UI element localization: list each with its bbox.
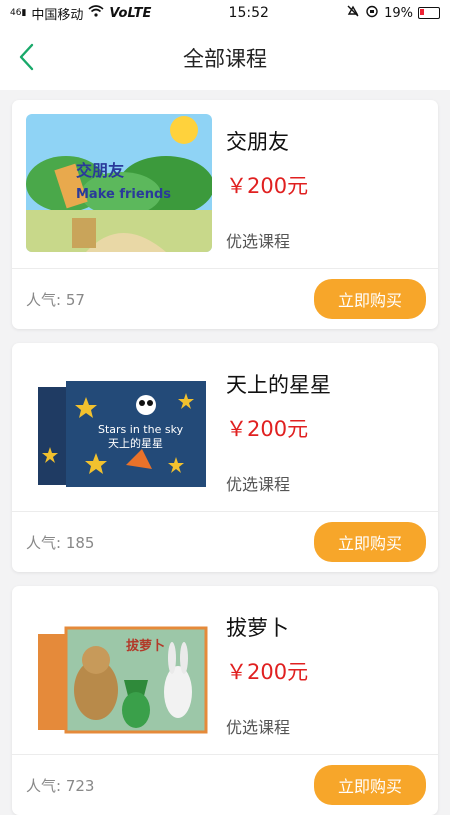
course-thumbnail[interactable]: 交朋友 Make friends	[26, 114, 212, 252]
course-tag: 优选课程	[226, 232, 291, 251]
status-bar: 46▮ 中国移动 VoLTE 15:52 19%	[0, 0, 450, 26]
course-title: 交朋友	[226, 130, 289, 154]
thumbnail-subtitle: Make friends	[76, 187, 171, 202]
course-thumbnail[interactable]: 拔萝卜	[26, 600, 212, 738]
thumbnail-title: 拔萝卜	[126, 638, 165, 654]
course-tag: 优选课程	[226, 718, 291, 737]
thumbnail-subtitle: Stars in the sky	[98, 423, 184, 436]
course-price: ￥200元	[226, 174, 309, 198]
thumbnail-title: 天上的星星	[108, 436, 163, 450]
buy-now-button[interactable]: 立即购买	[314, 279, 426, 319]
signal-icon: 46▮	[10, 8, 27, 18]
battery-icon	[418, 7, 440, 19]
buy-now-button[interactable]: 立即购买	[314, 765, 426, 805]
course-card[interactable]: Stars in the sky 天上的星星 天上的星星 ￥200元 优选课程 …	[12, 343, 438, 572]
popularity-count: 人气: 723	[26, 776, 95, 795]
clock: 15:52	[228, 5, 269, 21]
course-title: 拔萝卜	[226, 616, 289, 640]
volte-label: VoLTE	[109, 5, 152, 21]
battery-percent: 19%	[384, 5, 413, 21]
back-button[interactable]	[18, 42, 48, 72]
alarm-icon	[365, 4, 379, 22]
chevron-left-icon	[19, 43, 34, 71]
thumbnail-title: 交朋友	[76, 161, 125, 180]
course-list: 交朋友 Make friends 交朋友 ￥200元 优选课程 人气: 57 立…	[0, 90, 450, 815]
page-title: 全部课程	[183, 47, 267, 71]
course-card[interactable]: 拔萝卜 拔萝卜 ￥200元 优选课程 人气: 723 立即购买	[12, 586, 438, 815]
mute-icon	[346, 4, 360, 22]
popularity-count: 人气: 185	[26, 533, 95, 552]
popularity-count: 人气: 57	[26, 290, 85, 309]
course-price: ￥200元	[226, 417, 309, 441]
wifi-icon	[88, 5, 104, 21]
course-title: 天上的星星	[226, 373, 331, 397]
course-tag: 优选课程	[226, 475, 291, 494]
course-thumbnail[interactable]: Stars in the sky 天上的星星	[26, 357, 212, 495]
course-price: ￥200元	[226, 660, 309, 684]
course-card[interactable]: 交朋友 Make friends 交朋友 ￥200元 优选课程 人气: 57 立…	[12, 100, 438, 329]
buy-now-button[interactable]: 立即购买	[314, 522, 426, 562]
nav-header: 全部课程	[0, 26, 450, 90]
carrier-label: 中国移动	[31, 7, 84, 23]
